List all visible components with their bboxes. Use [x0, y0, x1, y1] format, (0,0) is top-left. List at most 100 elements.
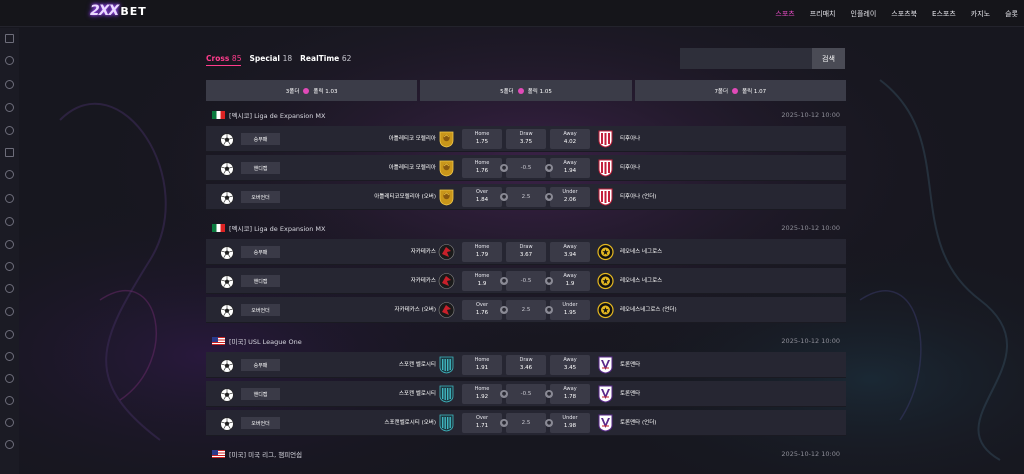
dot-separator-icon: ● [500, 277, 508, 285]
odds-label: Home [474, 244, 490, 250]
motorsport-icon[interactable] [5, 396, 14, 405]
odds-value: 1.76 [475, 310, 489, 316]
ice-hockey-icon[interactable] [5, 148, 14, 157]
odds-value: 4.02 [563, 139, 577, 145]
odds-label: Home [474, 160, 490, 166]
away-team-name: 토론맨타 (언더) [620, 420, 657, 426]
odds-button-middle[interactable]: 2.5 [506, 187, 546, 207]
odds-button-middle[interactable]: -0.5 [506, 158, 546, 178]
basketball-icon[interactable] [5, 80, 14, 89]
match-row: 승무패 자카테카스 Home 1.79 Draw 3.67 Away 3.94 레오네스 네그로… [206, 239, 846, 265]
odds-button-away[interactable]: Under 1.95 [550, 300, 590, 320]
teal-stripe-crest-icon [438, 414, 455, 432]
odds-button-middle[interactable]: Draw 3.46 [506, 355, 546, 375]
odds-value: 1.79 [475, 252, 489, 258]
market-type-badge: 승무패 [241, 133, 280, 145]
odds-label: Over [475, 302, 489, 308]
odds-button-middle[interactable]: -0.5 [506, 271, 546, 291]
odds-button-home[interactable]: Home 1.75 [462, 129, 502, 149]
golf-icon[interactable] [5, 307, 14, 316]
search-button[interactable]: 검색 [812, 48, 845, 69]
odds-button-home[interactable]: Home 1.91 [462, 355, 502, 375]
boxing-icon[interactable] [5, 352, 14, 361]
odds-button-home[interactable]: Home 1.76 [462, 158, 502, 178]
odds-button-home[interactable]: Home 1.79 [462, 242, 502, 262]
odds-button-middle[interactable]: -0.5 [506, 384, 546, 404]
odds-button-middle[interactable]: 2.5 [506, 413, 546, 433]
dot-separator-icon: ● [500, 193, 508, 201]
nav-esports[interactable]: E스포츠 [932, 9, 956, 19]
odds-button-middle[interactable]: Draw 3.67 [506, 242, 546, 262]
cricket-icon[interactable] [5, 330, 14, 339]
grid-icon[interactable] [5, 34, 14, 43]
odds-button-away[interactable]: Away 3.94 [550, 242, 590, 262]
odds-value: -0.5 [520, 391, 532, 397]
football-icon[interactable] [5, 194, 14, 203]
nav-prematch[interactable]: 프리매치 [810, 9, 836, 19]
match-row: 핸디캡 아틀레티코 모렐리아 Home 1.76 -0.5 Away 1.94 ● ● 티후아나 [206, 155, 846, 181]
tab-cross[interactable]: Cross 85 [206, 54, 242, 66]
dot-separator-icon: ● [500, 419, 508, 427]
baseball-icon[interactable] [5, 170, 14, 179]
striped-crest-icon [597, 188, 614, 206]
odds-button-middle[interactable]: 2.5 [506, 300, 546, 320]
gold-star-crest-icon [597, 272, 614, 290]
volleyball-icon[interactable] [5, 103, 14, 112]
nav-sportsbook[interactable]: 스포츠북 [891, 9, 917, 19]
rugby-icon[interactable] [5, 240, 14, 249]
match-time: 2025-10-12 10:00 [781, 111, 840, 119]
tennis-icon[interactable] [5, 126, 14, 135]
teal-stripe-crest-icon [438, 356, 455, 374]
nav-sports[interactable]: 스포츠 [775, 9, 794, 19]
folder-3-button[interactable]: 3폴더 폴릭 1.03 [206, 80, 418, 101]
tab-realtime[interactable]: RealTime 62 [300, 54, 351, 66]
odds-button-away[interactable]: Away 4.02 [550, 129, 590, 149]
cycling-icon[interactable] [5, 374, 14, 383]
tab-special[interactable]: Special 18 [249, 54, 292, 66]
dot-separator-icon: ● [545, 164, 553, 172]
odds-button-home[interactable]: Over 1.76 [462, 300, 502, 320]
odds-button-home[interactable]: Over 1.71 [462, 413, 502, 433]
dot-separator-icon: ● [545, 193, 553, 201]
odds-label: Under [562, 189, 578, 195]
usa-flag-icon [212, 450, 225, 458]
odds-button-away[interactable]: Under 2.06 [550, 187, 590, 207]
odds-button-away[interactable]: Away 3.45 [550, 355, 590, 375]
soccer-ball-icon [220, 161, 234, 176]
folder-7-button[interactable]: 7폴더 폴릭 1.07 [634, 80, 846, 101]
badminton-icon[interactable] [5, 284, 14, 293]
folder-5-button[interactable]: 5폴더 폴릭 1.05 [420, 80, 632, 101]
odds-button-home[interactable]: Home 1.9 [462, 271, 502, 291]
odds-button-away[interactable]: Away 1.78 [550, 384, 590, 404]
odds-button-middle[interactable]: Draw 3.75 [506, 129, 546, 149]
darts-icon[interactable] [5, 418, 14, 427]
match-row: 오버언더 아틀레티코모렐리아 (오버) Over 1.84 2.5 Under 2.06 ● ●… [206, 184, 846, 210]
home-team-name: 아틀레티코 모렐리아 [388, 136, 436, 142]
folder-bonus: 폴릭 1.05 [527, 88, 552, 95]
soccer-ball-icon [220, 387, 234, 402]
odds-button-away[interactable]: Away 1.9 [550, 271, 590, 291]
odds-button-away[interactable]: Under 1.98 [550, 413, 590, 433]
odds-label: Away [563, 244, 577, 250]
league-header: [멕시코] Liga de Expansion MX 2025-10-12 10:… [206, 108, 846, 122]
search-input[interactable] [680, 51, 812, 72]
home-team-name: 아틀레티코모렐리아 (오버) [374, 194, 436, 200]
athletics-icon[interactable] [5, 440, 14, 449]
nav-slots[interactable]: 슬롯 [1005, 9, 1018, 19]
odds-label: Draw [519, 131, 533, 137]
handball-icon[interactable] [5, 217, 14, 226]
bonus-dot-icon [517, 87, 524, 94]
table-tennis-icon[interactable] [5, 262, 14, 271]
bonus-dot-icon [732, 87, 739, 94]
odds-button-away[interactable]: Away 1.94 [550, 158, 590, 178]
nav-inplay[interactable]: 인플레이 [851, 9, 877, 19]
odds-button-home[interactable]: Over 1.84 [462, 187, 502, 207]
away-team-name: 티후아나 (언더) [620, 194, 657, 200]
folder-label: 7폴더 [714, 88, 729, 95]
odds-button-home[interactable]: Home 1.92 [462, 384, 502, 404]
soccer-icon[interactable] [5, 56, 14, 65]
odds-value: 1.91 [475, 365, 489, 371]
dot-separator-icon: ● [545, 390, 553, 398]
nav-casino[interactable]: 카지노 [971, 9, 990, 19]
site-logo[interactable]: 2XX BET [90, 3, 147, 19]
